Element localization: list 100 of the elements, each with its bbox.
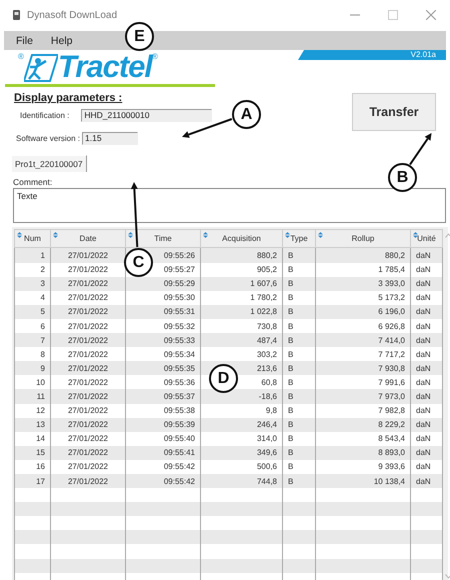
- sort-icon: [203, 232, 208, 238]
- column-header-label: Rollup: [352, 234, 374, 244]
- scroll-up-icon: [445, 233, 450, 238]
- table-cell: daN: [410, 347, 442, 362]
- logo-text: Tractel: [58, 52, 152, 82]
- table-cell: B: [282, 248, 316, 263]
- table-cell: 09:55:33: [126, 333, 200, 348]
- table-cell: B: [282, 446, 316, 460]
- column-header[interactable]: Num: [15, 230, 50, 247]
- table-cell: B: [282, 432, 316, 446]
- table-cell: 27/01/2022: [50, 276, 126, 291]
- table-cell: daN: [410, 446, 442, 460]
- table-cell: 7 982,8: [316, 404, 410, 418]
- table-cell: B: [282, 389, 316, 404]
- table-cell: B: [282, 262, 316, 277]
- climber-icon: [24, 53, 58, 83]
- column-header[interactable]: Unité: [411, 230, 442, 247]
- table-cell: B: [282, 361, 316, 376]
- table-cell: 7 991,6: [316, 375, 410, 390]
- table-cell: 27/01/2022: [50, 460, 126, 474]
- field-label: Software version :: [16, 134, 80, 143]
- table-cell: daN: [410, 361, 442, 376]
- transfer-button[interactable]: Transfer: [352, 93, 436, 131]
- table-cell: 3 393,0: [316, 276, 410, 291]
- table-cell: 10: [14, 375, 50, 390]
- table-cell: daN: [410, 389, 442, 404]
- table-cell: 27/01/2022: [50, 262, 126, 277]
- table-cell: B: [282, 276, 316, 291]
- table-cell: 7 414,0: [316, 333, 410, 348]
- table-cell: 1 607,6: [200, 276, 282, 291]
- table-cell: 15: [14, 446, 50, 460]
- table-cell: 500,6: [200, 460, 282, 474]
- column-header-label: Unité: [417, 234, 436, 244]
- table-cell: B: [282, 375, 316, 390]
- table-cell: daN: [410, 418, 442, 432]
- table-cell: 487,4: [200, 333, 282, 348]
- table-cell: 27/01/2022: [50, 248, 126, 263]
- table-cell: -18,6: [200, 389, 282, 404]
- sort-icon: [128, 232, 133, 238]
- table-cell: 09:55:42: [126, 474, 200, 488]
- column-header[interactable]: Rollup: [316, 230, 410, 247]
- table-cell: 1 780,2: [200, 290, 282, 305]
- table-cell: 7: [14, 333, 50, 348]
- callout-marker: B: [388, 163, 417, 192]
- menu-item[interactable]: Help: [50, 34, 73, 46]
- table-cell: 303,2: [200, 347, 282, 362]
- table-cell: 4: [14, 290, 50, 305]
- table-cell: 7 973,0: [316, 389, 410, 404]
- table-cell: B: [282, 460, 316, 474]
- table-cell: 09:55:32: [126, 318, 200, 334]
- table-cell: 09:55:31: [126, 304, 200, 319]
- table-cell: 1: [14, 248, 50, 263]
- table-cell: B: [282, 304, 316, 319]
- table-cell: 09:55:41: [126, 446, 200, 460]
- version-banner: V2.01a: [298, 50, 446, 60]
- table-cell: 27/01/2022: [50, 375, 126, 390]
- table-cell: 09:55:38: [126, 404, 200, 418]
- table-cell: 09:55:39: [126, 418, 200, 432]
- table-cell: 09:55:29: [126, 276, 200, 291]
- sort-icon: [318, 232, 323, 238]
- column-header[interactable]: Type: [283, 230, 315, 247]
- table-cell: 246,4: [200, 418, 282, 432]
- table-cell: 27/01/2022: [50, 361, 126, 376]
- column-header-label: Date: [80, 234, 96, 244]
- table-cell: 09:55:40: [126, 432, 200, 446]
- table-cell: B: [282, 333, 316, 348]
- text-field[interactable]: HHD_211000010: [81, 109, 212, 122]
- column-header-label: Num: [24, 234, 41, 244]
- table-cell: 09:55:30: [126, 290, 200, 305]
- table-cell: daN: [410, 432, 442, 446]
- table-cell: 880,2: [316, 248, 410, 263]
- table-cell: 16: [14, 460, 50, 474]
- table-cell: B: [282, 318, 316, 334]
- table-cell: 905,2: [200, 262, 282, 277]
- column-header[interactable]: Time: [126, 230, 200, 247]
- table-cell: 744,8: [200, 474, 282, 488]
- field-label: Identification :: [20, 111, 70, 120]
- column-header[interactable]: Acquisition: [201, 230, 282, 247]
- table-cell: daN: [410, 375, 442, 390]
- field-label: Comment:: [13, 177, 52, 187]
- sort-icon: [17, 232, 22, 238]
- table-cell: daN: [410, 474, 442, 488]
- table-cell: 9,8: [200, 404, 282, 418]
- table-cell: 5 173,2: [316, 290, 410, 305]
- column-header-label: Time: [154, 234, 172, 244]
- table-cell: daN: [410, 460, 442, 474]
- table-cell: daN: [410, 318, 442, 334]
- column-header[interactable]: Date: [51, 230, 125, 247]
- text-field[interactable]: 1.15: [82, 132, 138, 145]
- table-cell: B: [282, 404, 316, 418]
- table-cell: daN: [410, 276, 442, 291]
- table-cell: 27/01/2022: [50, 404, 126, 418]
- table-cell: 7 930,8: [316, 361, 410, 376]
- comment-field[interactable]: Texte: [13, 188, 446, 223]
- table-cell: daN: [410, 304, 442, 319]
- table-cell: 730,8: [200, 318, 282, 334]
- menu-item[interactable]: File: [16, 34, 33, 46]
- table-cell: 27/01/2022: [50, 432, 126, 446]
- table-cell: 09:55:42: [126, 460, 200, 474]
- tab[interactable]: Pro1t_220100007: [12, 155, 87, 172]
